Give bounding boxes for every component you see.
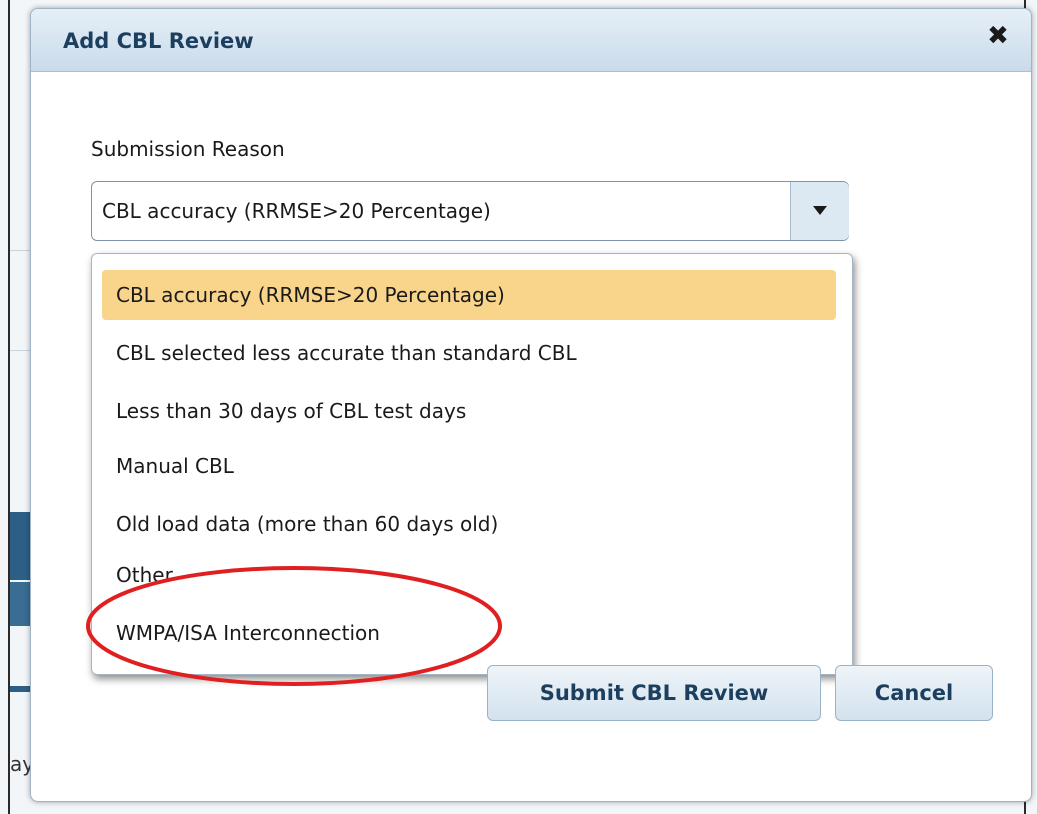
submission-reason-selected-value: CBL accuracy (RRMSE>20 Percentage) (102, 199, 491, 223)
dropdown-option[interactable]: Other (102, 550, 836, 600)
dropdown-option[interactable]: Old load data (more than 60 days old) (102, 499, 836, 549)
dropdown-toggle-button[interactable] (790, 182, 849, 240)
submission-reason-select[interactable]: CBL accuracy (RRMSE>20 Percentage) (91, 181, 849, 241)
dropdown-option[interactable]: CBL accuracy (RRMSE>20 Percentage) (102, 270, 836, 320)
submission-reason-dropdown-list: CBL accuracy (RRMSE>20 Percentage) CBL s… (91, 253, 853, 675)
submit-cbl-review-button[interactable]: Submit CBL Review (487, 665, 821, 721)
dialog-titlebar: Add CBL Review ✖ (31, 9, 1031, 72)
dropdown-option[interactable]: WMPA/ISA Interconnection (102, 608, 836, 658)
dropdown-option[interactable]: Manual CBL (102, 441, 836, 491)
add-cbl-review-dialog: Add CBL Review ✖ Submission Reason CBL a… (30, 8, 1032, 802)
dropdown-option[interactable]: Less than 30 days of CBL test days (102, 386, 836, 436)
close-icon[interactable]: ✖ (981, 19, 1015, 53)
dialog-title: Add CBL Review (63, 29, 254, 53)
submission-reason-label: Submission Reason (91, 137, 285, 161)
dropdown-option[interactable]: CBL selected less accurate than standard… (102, 328, 836, 378)
background-peek-text: ay (10, 752, 30, 776)
cancel-button[interactable]: Cancel (835, 665, 993, 721)
chevron-down-icon (813, 206, 827, 215)
